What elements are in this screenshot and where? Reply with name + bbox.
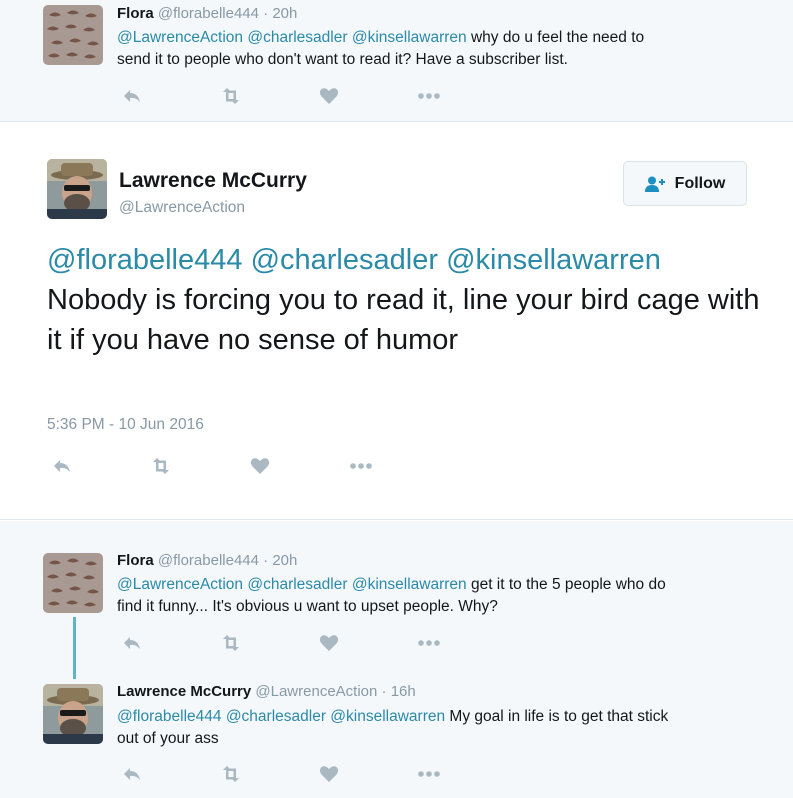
tweet-timestamp[interactable]: 5:36 PM - 10 Jun 2016 [47,416,204,434]
author-handle[interactable]: @LawrenceAction [255,683,377,700]
reply-icon [124,90,140,102]
tweet-text: @florabelle444 @charlesadler @kinsellawa… [47,240,767,360]
like-icon [319,88,339,104]
mention-link[interactable]: @kinsellawarren [446,244,661,276]
retweet-icon [223,88,239,104]
tweet-actions [117,633,457,653]
mention-link[interactable]: @charlesadler [226,708,326,725]
tweet-time[interactable]: · 20h [263,552,297,569]
more-icon [418,93,440,99]
more-button[interactable] [414,764,444,784]
more-button[interactable] [414,633,444,653]
author-handle[interactable]: @LawrenceAction [119,199,245,217]
tweet-text-body: out of your ass [117,730,219,747]
follow-button[interactable]: Follow [623,161,747,206]
mention-link[interactable]: @kinsellawarren [352,29,467,46]
tweet-header: Flora @florabelle444 · 20h [117,552,297,569]
reply-button[interactable] [117,633,147,653]
mention-link[interactable]: @LawrenceAction [117,576,243,593]
reply-button[interactable] [117,86,147,106]
tweet-text-body: Nobody is forcing you to read it, line y… [47,284,760,356]
tweet-text: @florabelle444 @charlesadler @kinsellawa… [117,706,757,750]
main-tweet: Lawrence McCurry @LawrenceAction Follow … [0,123,793,520]
tweet-text: @LawrenceAction @charlesadler @kinsellaw… [117,27,757,71]
tweet-actions [117,86,457,106]
like-icon [250,458,270,474]
follow-person-icon [644,176,665,192]
mention-link[interactable]: @florabelle444 [47,244,243,276]
author-name[interactable]: Flora [117,5,154,22]
avatar[interactable] [43,553,103,613]
retweet-icon [223,766,239,782]
tweet-time[interactable]: · 16h [382,683,416,700]
more-button[interactable] [414,86,444,106]
tweet-text-body: why do u feel the need to [466,29,645,46]
tweet-text-body: send it to people who don't want to read… [117,51,568,68]
mention-link[interactable]: @charlesadler [247,29,347,46]
conversation-thread-line [73,617,76,679]
tweet-text-body: find it funny... It's obvious u want to … [117,598,498,615]
follow-label: Follow [674,174,726,192]
like-button[interactable] [314,633,344,653]
tweet-time[interactable]: · 20h [263,5,297,22]
reply-icon [54,460,70,472]
retweet-icon [223,635,239,651]
author-handle[interactable]: @florabelle444 [158,552,259,569]
reply-button[interactable] [47,456,77,476]
like-icon [319,635,339,651]
mention-link[interactable]: @charlesadler [247,576,347,593]
reply-flora-top: Flora @florabelle444 · 20h @LawrenceActi… [0,0,793,122]
retweet-button[interactable] [146,456,176,476]
mention-link[interactable]: @florabelle444 [117,708,222,725]
reply-thread-bottom: Flora @florabelle444 · 20h @LawrenceActi… [0,521,793,798]
avatar[interactable] [43,5,103,65]
like-button[interactable] [314,764,344,784]
tweet-header: Lawrence McCurry @LawrenceAction · 16h [117,683,416,700]
tweet-header: Flora @florabelle444 · 20h [117,5,297,22]
mention-link[interactable]: @LawrenceAction [117,29,243,46]
mention-link[interactable]: @kinsellawarren [330,708,445,725]
avatar[interactable] [43,684,103,744]
author-name[interactable]: Lawrence McCurry [119,169,307,193]
reply-button[interactable] [117,764,147,784]
author-handle[interactable]: @florabelle444 [158,5,259,22]
retweet-button[interactable] [216,764,246,784]
more-button[interactable] [346,456,376,476]
like-icon [319,766,339,782]
retweet-button[interactable] [216,633,246,653]
tweet-text-body: get it to the 5 people who do [466,576,666,593]
author-name[interactable]: Lawrence McCurry [117,683,251,700]
retweet-button[interactable] [216,86,246,106]
tweet-text: @LawrenceAction @charlesadler @kinsellaw… [117,574,757,618]
more-icon [350,463,372,469]
reply-icon [124,637,140,649]
more-icon [418,640,440,646]
retweet-icon [153,458,169,474]
mention-link[interactable]: @charlesadler [251,244,438,276]
tweet-actions [47,456,387,476]
avatar[interactable] [47,159,107,219]
tweet-text-body: My goal in life is to get that stick [445,708,669,725]
more-icon [418,771,440,777]
author-name[interactable]: Flora [117,552,154,569]
like-button[interactable] [314,86,344,106]
mention-link[interactable]: @kinsellawarren [352,576,467,593]
reply-icon [124,768,140,780]
tweet-actions [117,764,457,784]
like-button[interactable] [245,456,275,476]
